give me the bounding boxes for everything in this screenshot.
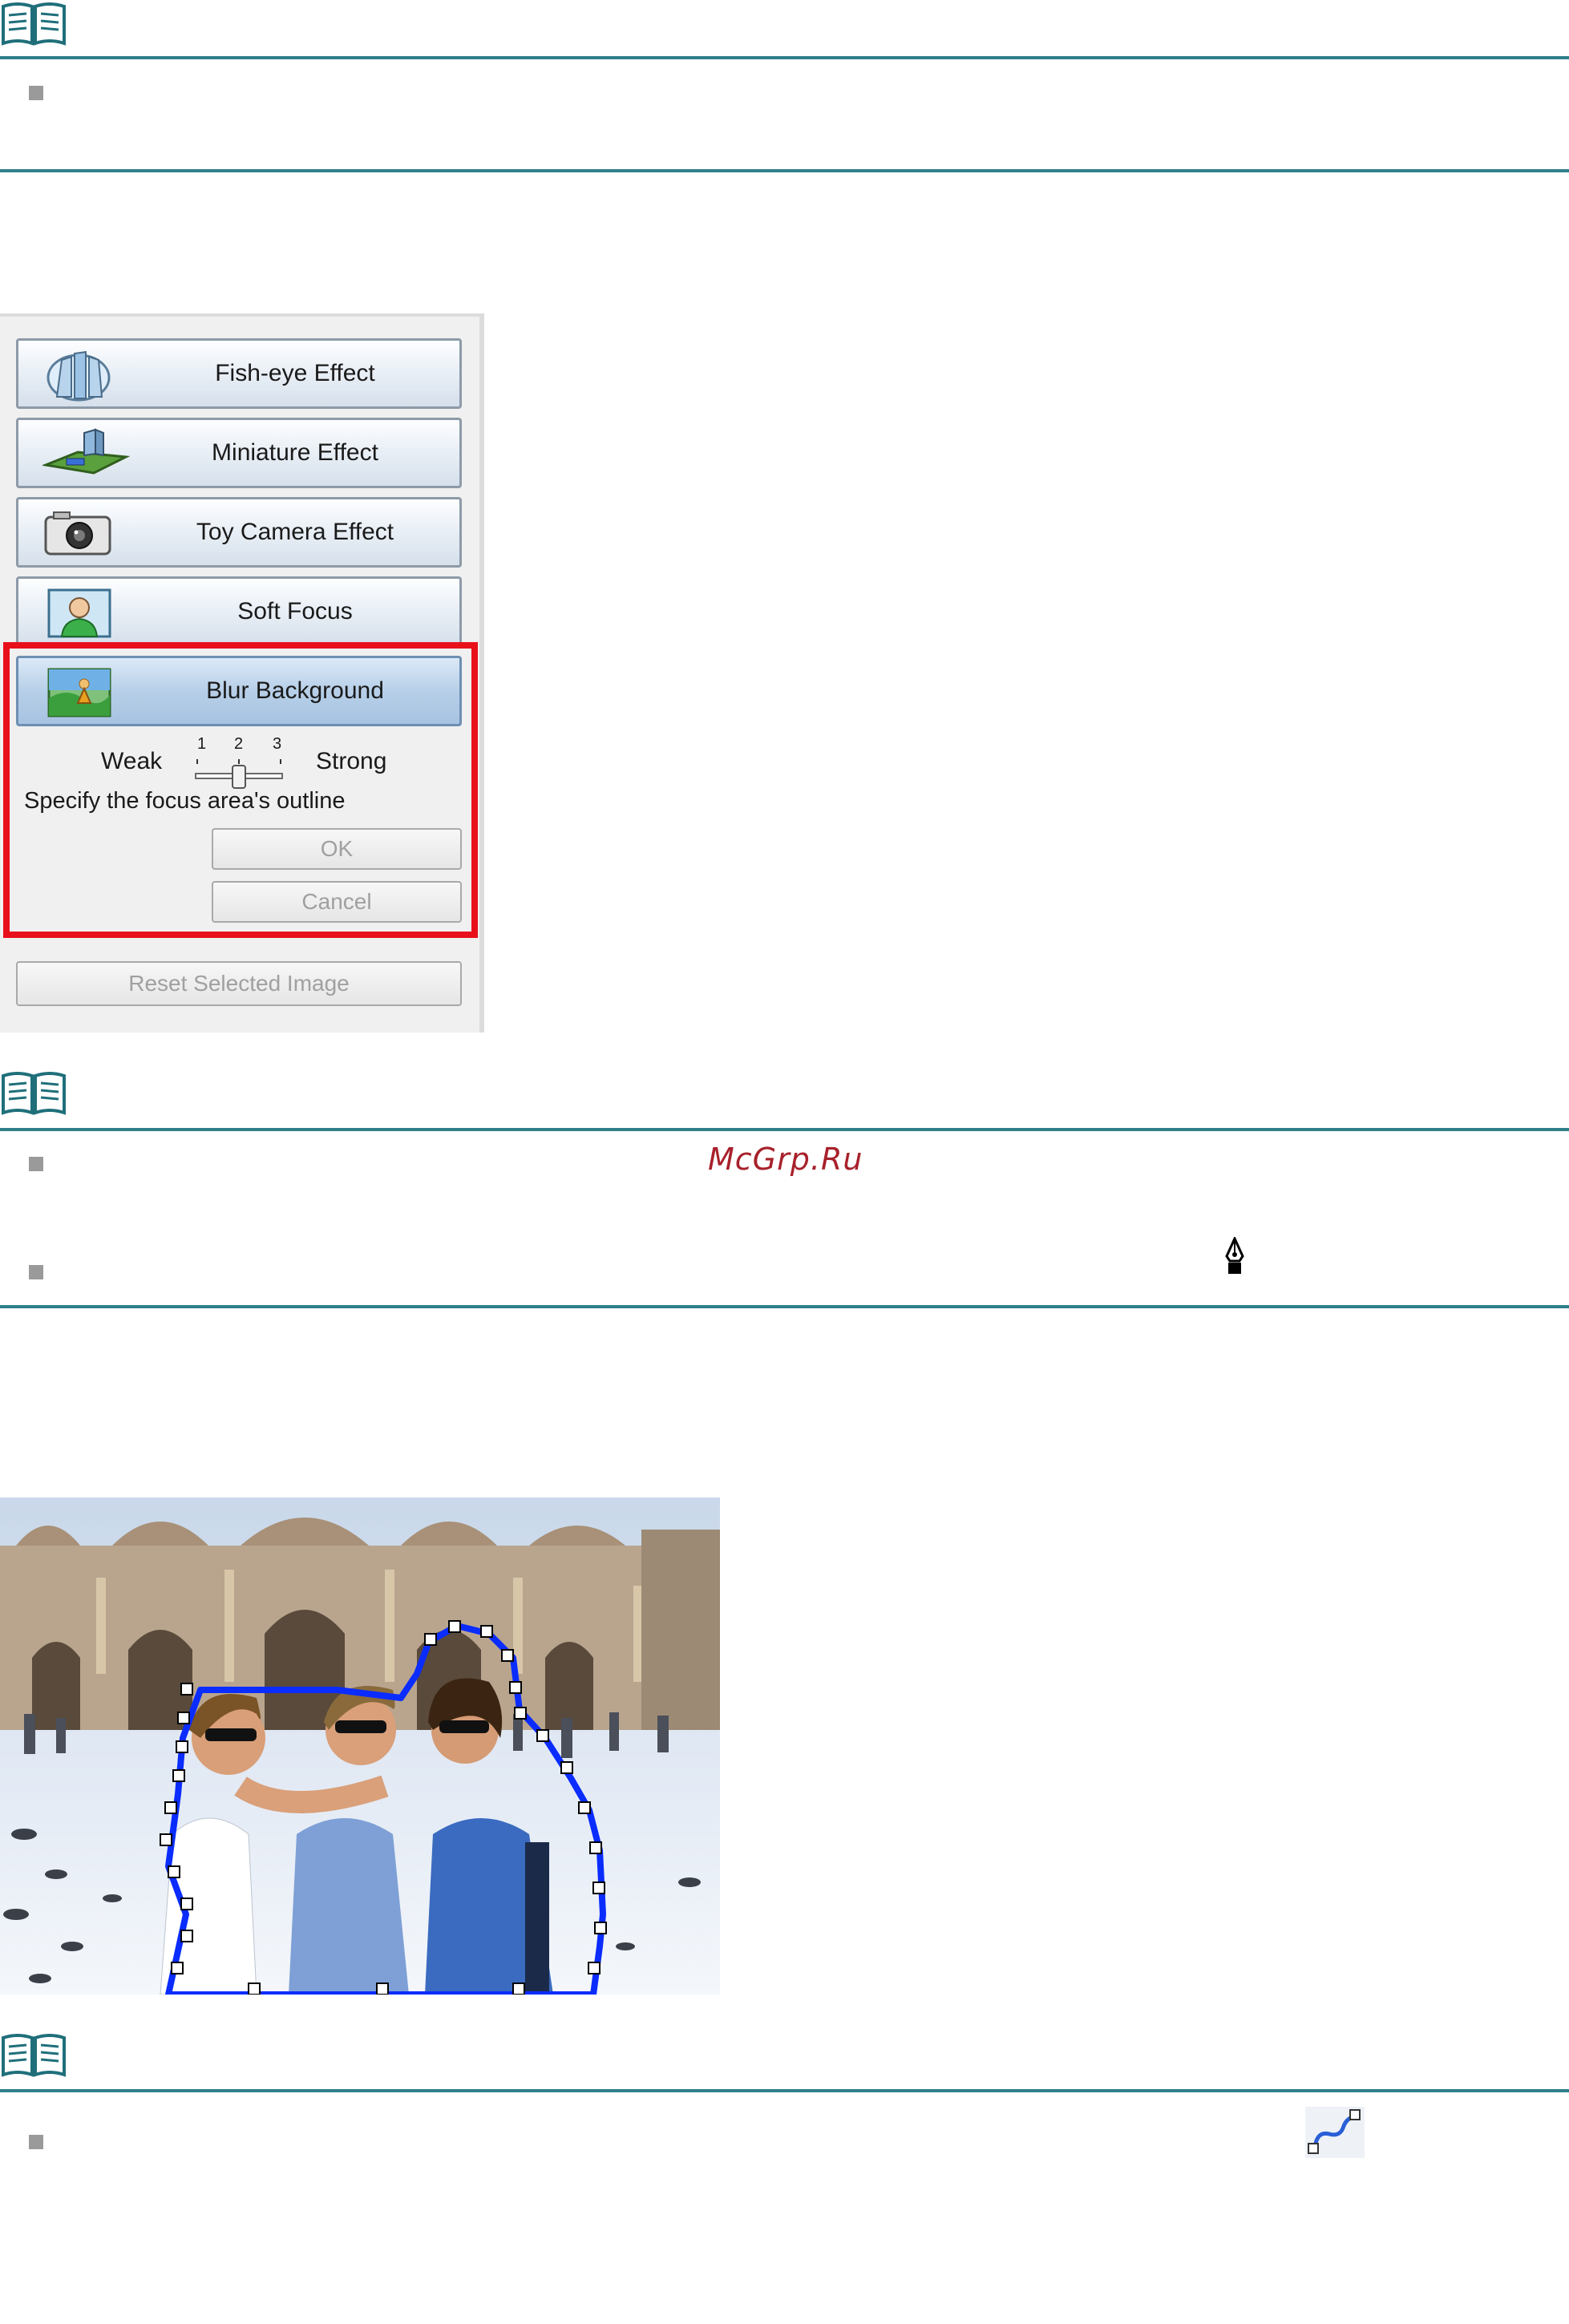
toy-camera-effect-button[interactable]: Toy Camera Effect bbox=[16, 497, 462, 568]
fish-eye-effect-button[interactable]: Fish-eye Effect bbox=[16, 338, 462, 409]
soft-focus-button[interactable]: Soft Focus bbox=[16, 576, 462, 647]
note-icon bbox=[2, 2, 66, 46]
note-divider bbox=[0, 2089, 1569, 2092]
fish-eye-icon bbox=[47, 350, 111, 402]
toy-camera-effect-label: Toy Camera Effect bbox=[196, 519, 394, 545]
pen-cursor-icon bbox=[1225, 1237, 1244, 1274]
fish-eye-effect-label: Fish-eye Effect bbox=[215, 360, 375, 386]
focus-area-photo[interactable] bbox=[0, 1497, 720, 1995]
outline-tool-icon bbox=[1305, 2107, 1365, 2158]
reset-selected-image-button[interactable]: Reset Selected Image bbox=[16, 961, 462, 1006]
blur-background-highlight bbox=[3, 642, 478, 938]
miniature-icon bbox=[42, 428, 131, 475]
note-divider bbox=[0, 1305, 1569, 1308]
miniature-effect-button[interactable]: Miniature Effect bbox=[16, 418, 462, 488]
soft-focus-icon bbox=[47, 588, 111, 638]
note-bullet bbox=[29, 1157, 43, 1171]
toy-camera-icon bbox=[44, 511, 111, 556]
note-bullet bbox=[29, 1265, 43, 1279]
note-divider bbox=[0, 1128, 1569, 1131]
miniature-effect-label: Miniature Effect bbox=[212, 439, 378, 466]
soft-focus-label: Soft Focus bbox=[237, 598, 353, 624]
note-icon bbox=[2, 2034, 66, 2077]
note-divider bbox=[0, 169, 1569, 172]
note-bullet bbox=[29, 86, 43, 100]
note-bullet bbox=[29, 2135, 43, 2149]
watermark: McGrp.Ru bbox=[708, 1142, 863, 1177]
note-icon bbox=[2, 1072, 66, 1115]
note-divider bbox=[0, 56, 1569, 59]
